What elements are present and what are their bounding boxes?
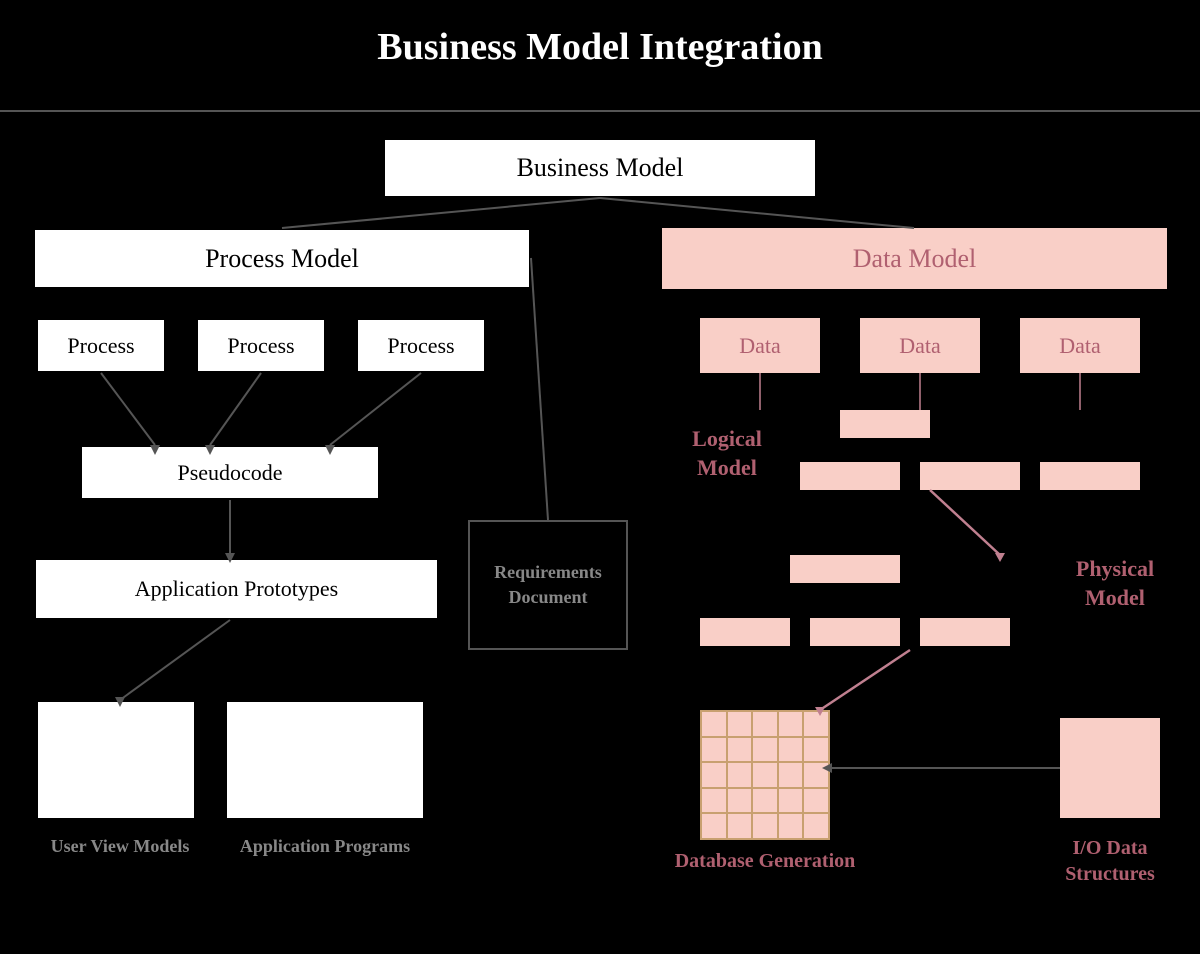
app-prototypes-box: Application Prototypes <box>34 558 439 620</box>
database-grid <box>700 710 830 840</box>
database-generation-label: Database Generation <box>670 848 860 874</box>
data-model-box: Data Model <box>662 228 1167 289</box>
pseudocode-box: Pseudocode <box>80 445 380 500</box>
requirements-document-label: Requirements Document <box>468 520 628 650</box>
app-programs-box <box>225 700 425 820</box>
data-box-2: Data <box>860 318 980 373</box>
diagram-container: Business Model Integration Business Mode… <box>0 0 1200 954</box>
process-box-3: Process <box>356 318 486 373</box>
app-programs-label: Application Programs <box>215 835 435 858</box>
physical-small-4 <box>920 618 1010 646</box>
io-data-label: I/O Data Structures <box>1030 835 1190 887</box>
process-box-1: Process <box>36 318 166 373</box>
physical-small-1 <box>790 555 900 583</box>
logical-small-2 <box>800 462 900 490</box>
physical-small-3 <box>810 618 900 646</box>
physical-small-2 <box>700 618 790 646</box>
physical-model-label: Physical Model <box>1050 555 1180 612</box>
logical-model-label: Logical Model <box>662 425 792 482</box>
page-title: Business Model Integration <box>0 25 1200 69</box>
process-box-2: Process <box>196 318 326 373</box>
data-box-1: Data <box>700 318 820 373</box>
logical-small-4 <box>1040 462 1140 490</box>
business-model-box: Business Model <box>383 138 817 198</box>
logical-small-1 <box>840 410 930 438</box>
logical-small-3 <box>920 462 1020 490</box>
io-data-box <box>1060 718 1160 818</box>
process-model-box: Process Model <box>33 228 531 289</box>
user-view-models-label: User View Models <box>30 835 210 858</box>
data-box-3: Data <box>1020 318 1140 373</box>
user-view-models-box <box>36 700 196 820</box>
